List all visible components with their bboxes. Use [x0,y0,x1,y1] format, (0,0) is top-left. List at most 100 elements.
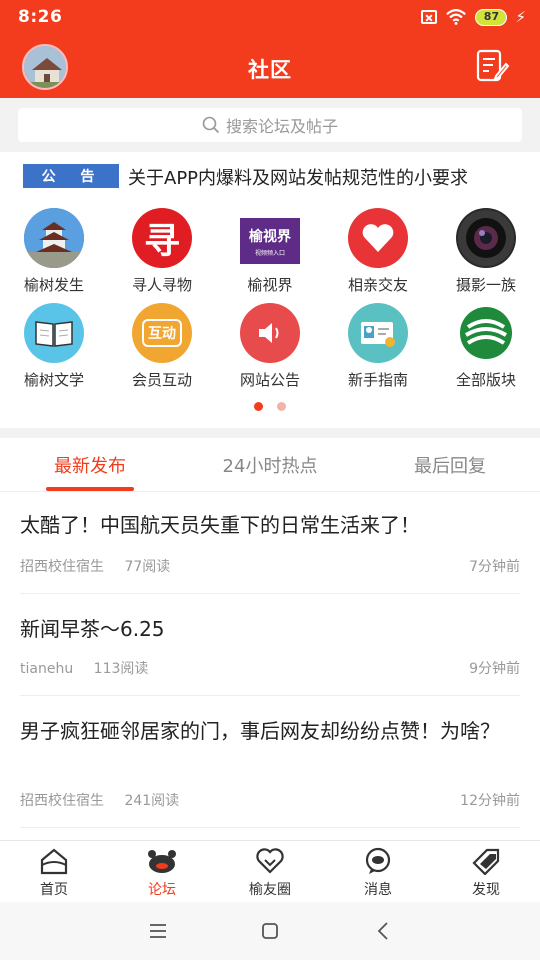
announcement-tag-char: 公 [41,169,62,185]
post-reads: 113阅读 [93,661,149,677]
nav-forum[interactable]: 论坛 [108,847,216,901]
grid-label: 相亲交友 [347,276,408,294]
post-title[interactable]: 太酷了！中国航天员失重下的日常生活来了！ [20,510,520,541]
grid-glyph: 互动 [142,319,182,347]
post-time: 12分钟前 [460,793,520,809]
grid-item-all-boards[interactable]: 全部版块 [432,299,540,394]
search-placeholder: 搜索论坛及帖子 [225,117,338,136]
grid-label: 榆视界 [247,276,293,294]
grid-item-lost-found[interactable]: 寻 寻人寻物 [108,204,216,299]
camera-lens-icon [456,208,516,268]
announcement-tag: 公 告 [23,164,119,188]
grid-label: 网站公告 [239,371,300,389]
page-dot-active[interactable] [254,402,263,411]
announcement-text[interactable]: 关于APP内爆料及网站发帖规范性的小要求 [128,164,468,190]
bottom-nav: 首页 论坛 榆友圈 消息 发现 [0,840,540,902]
yushijie-logo: 榆视界 视频频入口 [240,208,300,268]
announcement-tag-char: 告 [80,169,101,185]
grid-glyph: 寻 [143,221,180,262]
wifi-icon [446,9,467,25]
grid-item-announcements[interactable]: 网站公告 [216,299,324,394]
nav-friends[interactable]: 榆友圈 [216,847,324,901]
nav-messages[interactable]: 消息 [324,847,432,901]
system-nav-bar [0,902,540,960]
grid-label: 全部版块 [455,371,516,389]
grid-glyph-sub: 视频频入口 [254,249,285,257]
id-card-icon [348,303,408,363]
nav-label: 消息 [364,882,392,898]
app-header: 社区 [0,36,540,98]
tab-24h-hot[interactable]: 24小时热点 [200,452,340,478]
tab-last-reply[interactable]: 最后回复 [380,452,520,478]
grid-item-beginner-guide[interactable]: 新手指南 [324,299,432,394]
battery-icon: 87 [475,8,508,26]
grid-label: 摄影一族 [455,276,516,294]
all-boards-icon [456,303,516,363]
grid-item-literature[interactable]: 榆树文学 [0,299,108,394]
post-title[interactable]: 新闻早茶～6.25 [20,614,520,645]
category-grid: 榆树发生 寻 寻人寻物 榆视界 视频频入口 榆视界 相亲交友 摄影一族 榆树文学… [0,204,540,394]
search-input[interactable]: 搜索论坛及帖子 [18,108,522,142]
no-sim-icon [421,10,438,24]
post-meta: tianehu 113阅读 [20,658,148,678]
menu-icon[interactable] [146,920,170,942]
forum-icon [148,850,176,873]
status-bar: 8:26 87 ⚡ [0,0,540,36]
nav-label: 发现 [472,882,500,898]
post-meta: 招西校住宿生 241阅读 [20,790,179,810]
post-item[interactable]: 新闻早茶～6.25 tianehu 113阅读 9分钟前 [20,614,520,696]
post-item[interactable]: 男子疯狂砸邻居家的门，事后网友却纷纷点赞！为啥？ 招西校住宿生 241阅读 12… [20,716,520,828]
nav-discover[interactable]: 发现 [432,847,540,901]
grid-item-photography[interactable]: 摄影一族 [432,204,540,299]
compose-icon[interactable] [474,48,510,84]
page-indicator [0,402,540,412]
message-icon [365,847,391,874]
grid-label: 榆树文学 [23,371,84,389]
section-divider [0,428,540,438]
grid-item-member-interact[interactable]: 互动 会员互动 [108,299,216,394]
post-author[interactable]: 招西校住宿生 [20,793,104,809]
active-tab-indicator [46,487,134,491]
tab-latest[interactable]: 最新发布 [20,452,160,478]
pagoda-icon [24,208,84,268]
announcement-bar[interactable]: 公 告 关于APP内爆料及网站发帖规范性的小要求 [0,152,540,200]
post-reads: 77阅读 [124,559,171,575]
post-time: 7分钟前 [469,559,520,575]
grid-label: 会员互动 [131,371,192,389]
charging-icon: ⚡ [515,7,526,26]
home-icon [40,848,68,875]
search-bar-area: 搜索论坛及帖子 [0,98,540,152]
search-person-icon: 寻 [132,208,192,268]
speaker-icon [240,303,300,363]
grid-label: 寻人寻物 [131,276,192,294]
back-icon[interactable] [372,920,396,942]
post-tabs: 最新发布 24小时热点 最后回复 [0,438,540,492]
post-title[interactable]: 男子疯狂砸邻居家的门，事后网友却纷纷点赞！为啥？ [20,716,520,747]
interact-icon: 互动 [132,303,192,363]
search-icon [202,116,220,134]
nav-label: 榆友圈 [249,882,291,898]
nav-label: 论坛 [148,882,176,898]
page-title: 社区 [248,58,292,82]
grid-label: 榆树发生 [23,276,84,294]
grid-item-yushijie[interactable]: 榆视界 视频频入口 榆视界 [216,204,324,299]
post-meta: 招西校住宿生 77阅读 [20,556,170,576]
grid-item-dating[interactable]: 相亲交友 [324,204,432,299]
post-author[interactable]: tianehu [20,661,73,677]
grid-label: 新手指南 [347,371,408,389]
discover-tag-icon [472,848,500,875]
post-item[interactable]: 太酷了！中国航天员失重下的日常生活来了！ 招西校住宿生 77阅读 7分钟前 [20,510,520,594]
post-time: 9分钟前 [469,661,520,677]
post-reads: 241阅读 [124,793,180,809]
status-icons: 87 ⚡ [421,8,526,26]
post-author[interactable]: 招西校住宿生 [20,559,104,575]
home-button-icon[interactable] [258,920,282,942]
status-time: 8:26 [18,7,63,27]
nav-home[interactable]: 首页 [0,847,108,901]
book-icon [24,303,84,363]
page-dot[interactable] [277,402,286,411]
grid-glyph: 榆视界 [249,228,291,245]
friends-heart-icon [256,848,284,874]
heart-icon [348,208,408,268]
grid-item-yushu-news[interactable]: 榆树发生 [0,204,108,299]
